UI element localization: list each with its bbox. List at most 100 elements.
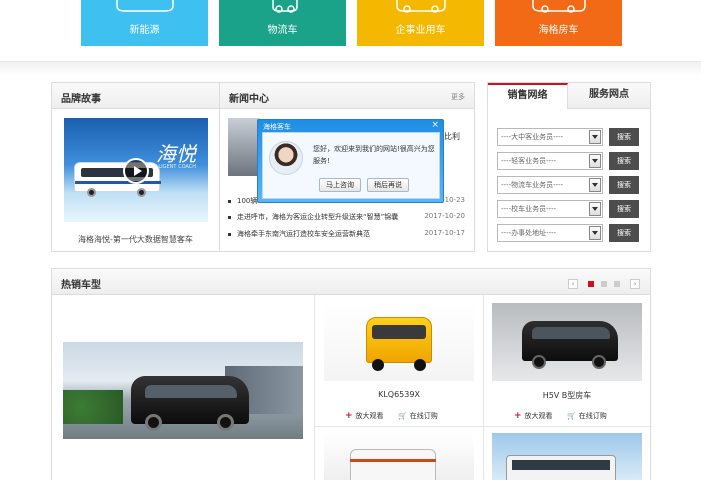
sales-select[interactable]: ----大中客业务员---- — [497, 128, 603, 146]
model-image-h5v[interactable] — [492, 303, 642, 381]
car-outline-icon — [115, 0, 174, 12]
search-button[interactable]: 搜索 — [609, 224, 639, 242]
chevron-down-icon — [589, 154, 601, 168]
tile-label: 海格房车 — [538, 25, 579, 36]
truck-outline-icon — [271, 0, 298, 13]
sales-select[interactable]: ----物流车业务员---- — [497, 176, 603, 194]
chat-popup: 海格客车 × 您好，欢迎来到我们的网站!很高兴为您服务! 马上咨询 稍后再说 — [257, 119, 444, 203]
tile-rv[interactable]: 海格房车 — [495, 0, 622, 46]
brand-caption[interactable]: 海格海悦-第一代大数据智慧客车 — [52, 234, 219, 245]
select-value: ----办事处地址---- — [501, 229, 557, 237]
zoom-view-link[interactable]: + 放大观看 — [514, 411, 553, 421]
news-item[interactable]: 走进呼市，海格为客运企业转型升级送来“智慧”锦囊 2017-10-20 — [228, 211, 465, 225]
tile-enterprise[interactable]: 企事业用车 — [357, 0, 484, 46]
chevron-down-icon — [589, 202, 601, 216]
search-button[interactable]: 搜索 — [609, 176, 639, 194]
section-divider — [0, 62, 701, 76]
sales-search-row: ----办事处地址---- 搜索 — [497, 224, 639, 242]
play-icon[interactable] — [123, 158, 149, 184]
news-title: 走进呼市，海格为客运企业转型升级送来“智慧”锦囊 — [237, 213, 399, 221]
tile-label: 企事业用车 — [395, 25, 446, 36]
cart-icon: 🛒 — [398, 412, 407, 420]
search-button[interactable]: 搜索 — [609, 128, 639, 146]
grid-divider — [314, 295, 315, 480]
later-button[interactable]: 稍后再说 — [367, 178, 409, 192]
sales-search-row: ----物流车业务员---- 搜索 — [497, 176, 639, 194]
van-outline-icon — [395, 0, 446, 13]
hot-models-panel: 热销车型 ‹ › KLQ6539X + 放大观看 🛒 在线订购 H5V B型房车… — [51, 268, 652, 480]
consult-now-button[interactable]: 马上咨询 — [319, 178, 361, 192]
news-item[interactable]: 海格牵手东南汽运打造校车安全运营新典范 2017-10-17 — [228, 228, 465, 242]
select-value: ----校车业务员---- — [501, 205, 557, 213]
model-image-klq6539x[interactable] — [324, 303, 474, 381]
carousel-pager: ‹ › — [568, 279, 642, 289]
model-name[interactable]: H5V B型房车 — [492, 390, 642, 401]
popup-title: 海格客车 — [263, 123, 291, 131]
action-label: 在线订购 — [409, 412, 438, 420]
news-date: 2017-10-17 — [424, 229, 465, 237]
category-tiles: 新能源 物流车 企事业用车 海格房车 — [0, 0, 701, 62]
model-image-city-bus[interactable] — [492, 433, 642, 480]
model-image-rv[interactable] — [324, 433, 474, 480]
sales-network-panel: 销售网络 服务网点 ----大中客业务员---- 搜索 ----轻客业务员---… — [487, 82, 651, 252]
plus-icon: + — [345, 411, 353, 421]
avatar — [269, 141, 303, 175]
grid-divider — [483, 295, 484, 480]
pager-dot[interactable] — [601, 281, 607, 287]
pager-dot-active[interactable] — [588, 281, 594, 287]
sales-search-row: ----校车业务员---- 搜索 — [497, 200, 639, 218]
model-name[interactable]: KLQ6539X — [324, 390, 474, 399]
news-date: 2017-10-20 — [424, 212, 465, 220]
chevron-down-icon — [589, 226, 601, 240]
panel-title: 新闻中心 — [229, 94, 269, 105]
prev-arrow-icon[interactable]: ‹ — [568, 279, 578, 289]
cart-icon: 🛒 — [567, 412, 576, 420]
close-icon[interactable]: × — [431, 120, 439, 130]
news-more-link[interactable]: 更多 — [451, 92, 465, 102]
tile-label: 物流车 — [267, 25, 298, 36]
search-button[interactable]: 搜索 — [609, 152, 639, 170]
action-label: 放大观看 — [524, 412, 553, 420]
panel-header: 品牌故事 — [52, 83, 219, 109]
panel-title: 品牌故事 — [61, 94, 101, 105]
panel-header: 热销车型 ‹ › — [52, 269, 650, 295]
brand-logo: 海悦 — [156, 142, 196, 166]
news-thumbnail[interactable] — [228, 118, 260, 176]
sales-select[interactable]: ----办事处地址---- — [497, 224, 603, 242]
tab-sales-network[interactable]: 销售网络 — [488, 83, 568, 109]
select-value: ----物流车业务员---- — [501, 181, 564, 189]
news-headline-partial[interactable]: 比利 — [444, 131, 460, 142]
sales-search-row: ----轻客业务员---- 搜索 — [497, 152, 639, 170]
bullet-icon — [228, 233, 231, 236]
sales-search-row: ----大中客业务员---- 搜索 — [497, 128, 639, 146]
tile-logistics[interactable]: 物流车 — [219, 0, 346, 46]
van-image — [131, 376, 249, 431]
brand-video-thumbnail[interactable]: 海悦 HAIYUE INTELLIGENT COACH — [64, 118, 208, 222]
action-label: 在线订购 — [578, 412, 607, 420]
grid-divider — [314, 426, 652, 427]
plus-icon: + — [514, 411, 522, 421]
popup-message: 您好，欢迎来到我们的网站!很高兴为您服务! — [313, 145, 435, 165]
pager-dot[interactable] — [614, 281, 620, 287]
online-order-link[interactable]: 🛒 在线订购 — [398, 411, 438, 421]
sales-select[interactable]: ----校车业务员---- — [497, 200, 603, 218]
panel-header: 新闻中心 更多 — [220, 83, 474, 109]
popup-body: 您好，欢迎来到我们的网站!很高兴为您服务! 马上咨询 稍后再说 — [262, 132, 440, 199]
featured-model-image[interactable] — [63, 342, 303, 439]
action-label: 放大观看 — [355, 412, 384, 420]
bullet-icon — [228, 216, 231, 219]
tile-new-energy[interactable]: 新能源 — [81, 0, 208, 46]
select-value: ----轻客业务员---- — [501, 157, 557, 165]
bullet-icon — [228, 200, 231, 203]
chevron-down-icon — [589, 178, 601, 192]
chevron-down-icon — [589, 130, 601, 144]
zoom-view-link[interactable]: + 放大观看 — [345, 411, 384, 421]
rv-outline-icon — [531, 0, 586, 13]
online-order-link[interactable]: 🛒 在线订购 — [567, 411, 607, 421]
select-value: ----大中客业务员---- — [501, 133, 564, 141]
tab-service-points[interactable]: 服务网点 — [568, 83, 650, 109]
tile-label: 新能源 — [129, 25, 160, 36]
next-arrow-icon[interactable]: › — [630, 279, 640, 289]
search-button[interactable]: 搜索 — [609, 200, 639, 218]
sales-select[interactable]: ----轻客业务员---- — [497, 152, 603, 170]
